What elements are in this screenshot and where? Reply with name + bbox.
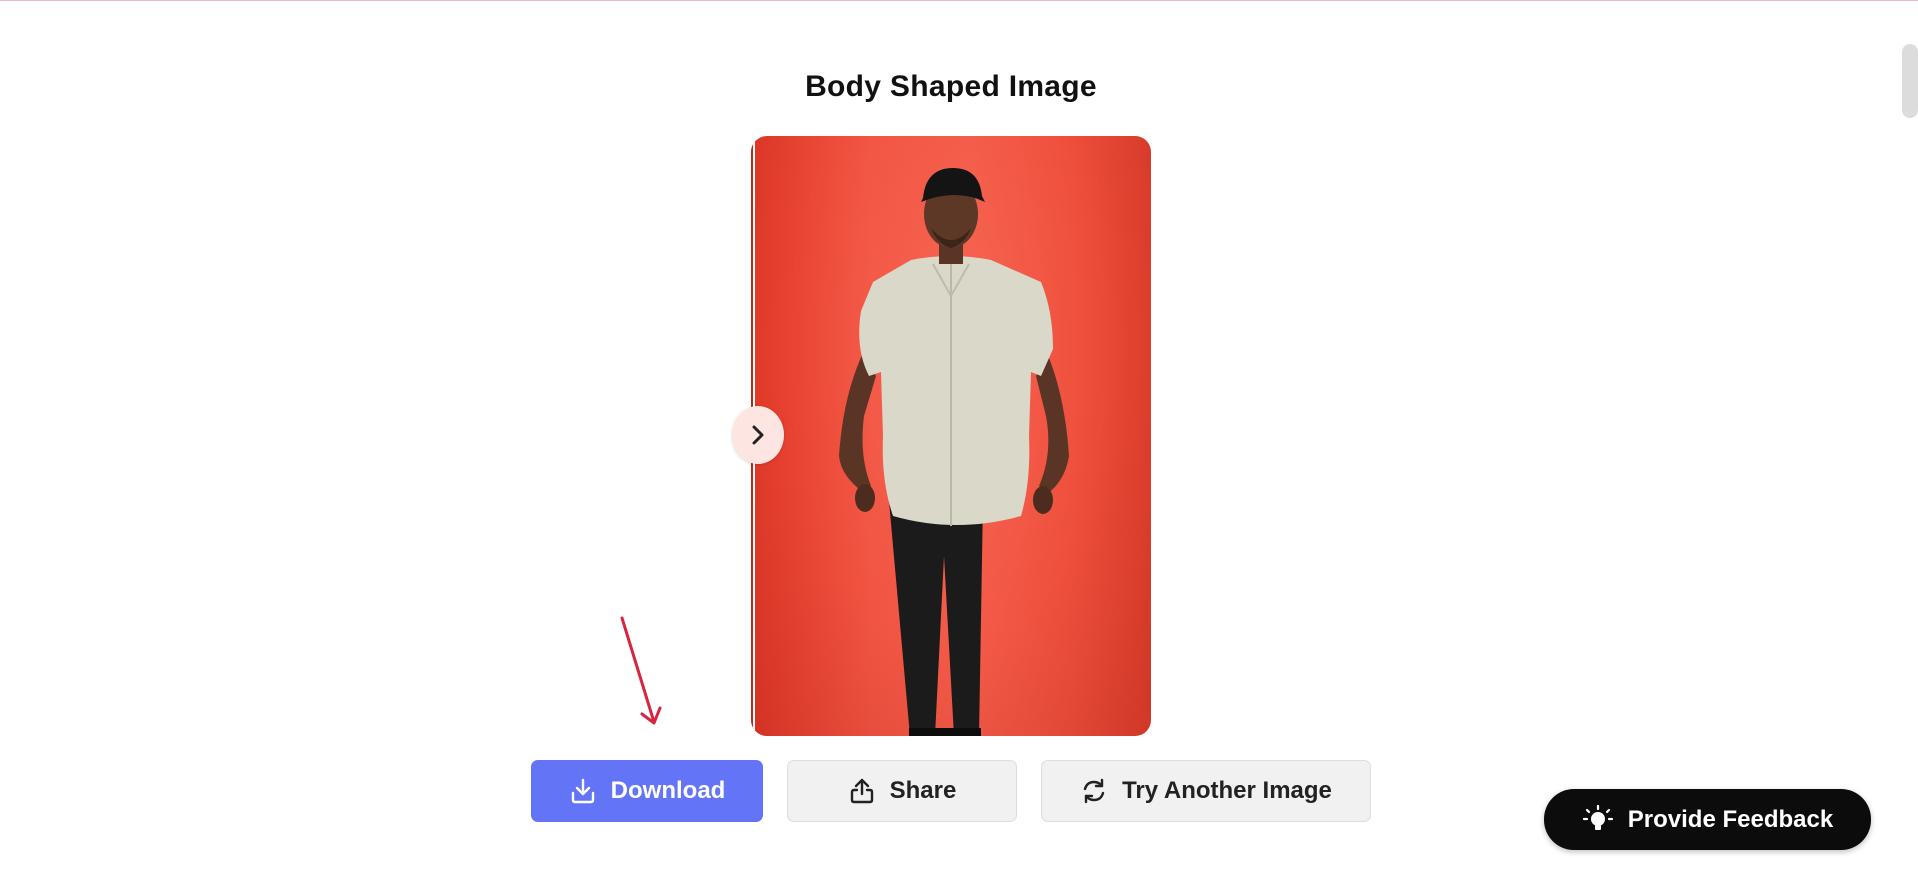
share-label: Share	[889, 777, 957, 804]
before-after-image[interactable]	[751, 136, 1151, 736]
share-icon	[850, 778, 873, 804]
person-image	[839, 168, 1069, 736]
download-icon	[571, 778, 594, 804]
share-button[interactable]: Share	[787, 760, 1017, 822]
provide-feedback-label: Provide Feedback	[1627, 805, 1834, 833]
download-label: Download	[610, 777, 726, 804]
provide-feedback-button[interactable]: Provide Feedback	[1544, 789, 1871, 850]
try-another-image-button[interactable]: Try Another Image	[1041, 760, 1371, 822]
refresh-icon	[1083, 778, 1105, 804]
chevron-right-icon	[752, 425, 764, 445]
scrollbar-thumb[interactable]	[1902, 44, 1918, 118]
page-title: Body Shaped Image	[805, 70, 1097, 103]
comparison-slider-handle[interactable]	[732, 406, 784, 464]
try-another-image-label: Try Another Image	[1122, 777, 1332, 804]
lightbulb-icon	[1582, 804, 1613, 830]
result-page: Body Shaped Image Download Share Try Ano…	[0, 0, 1918, 879]
top-border	[0, 0, 1918, 1]
arrow-down-icon	[620, 616, 662, 725]
download-button[interactable]: Download	[531, 760, 763, 822]
